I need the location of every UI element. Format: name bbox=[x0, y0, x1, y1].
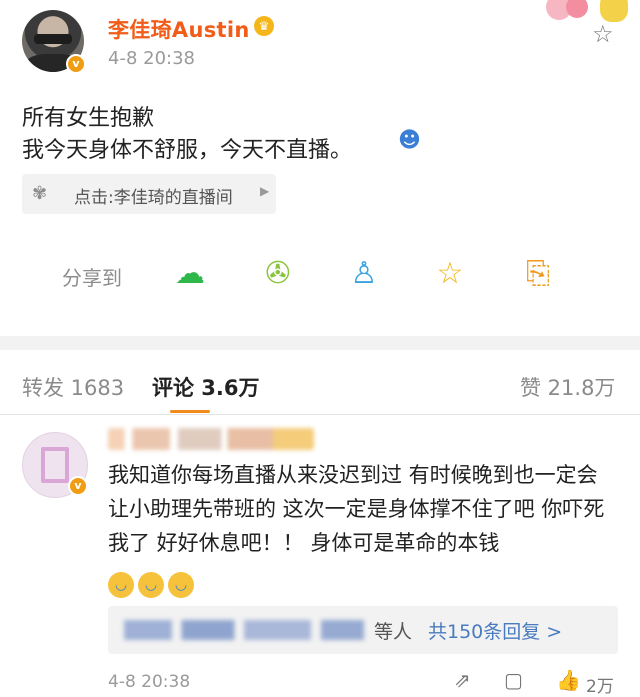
wechat-icon[interactable]: ☁ bbox=[170, 254, 210, 294]
crying-emoji-icon: ◡ bbox=[108, 572, 134, 598]
live-room-card[interactable]: ✾ 点击:李佳琦的直播间 ▶ bbox=[22, 174, 276, 214]
crying-emoji-icon: ◡ bbox=[168, 572, 194, 598]
share-icon[interactable]: ⇗ bbox=[454, 668, 471, 692]
post-text-line-2: 我今天身体不舒服，今天不直播。 bbox=[22, 138, 353, 163]
view-replies-link[interactable]: 共150条回复 > bbox=[428, 617, 562, 644]
section-divider bbox=[0, 336, 640, 350]
tab-repost[interactable]: 转发 1683 bbox=[22, 372, 124, 402]
like-count: 2万 bbox=[586, 677, 614, 697]
verified-badge-icon: v bbox=[68, 476, 88, 496]
tab-like[interactable]: 赞 21.8万 bbox=[520, 372, 615, 402]
commenter-name-blurred[interactable] bbox=[108, 428, 314, 450]
reply-summary[interactable]: 等人 共150条回复 > bbox=[108, 606, 618, 654]
replier-names-blurred bbox=[124, 620, 364, 640]
like-icon[interactable]: 👍 bbox=[556, 668, 581, 692]
save-image-icon[interactable]: ⎘ bbox=[518, 254, 558, 294]
share-label: 分享到 bbox=[62, 266, 122, 290]
active-tab-indicator bbox=[170, 410, 210, 413]
comment-body: 我知道你每场直播从来没迟到过 有时候晚到也一定会让小助理先带班的 这次一定是身体… bbox=[108, 458, 618, 598]
live-bubble-icon: ✾ bbox=[32, 183, 48, 204]
emoji-icon: ☻ bbox=[398, 128, 421, 153]
post-time: 4-8 20:38 bbox=[108, 48, 195, 69]
tab-comment[interactable]: 评论 3.6万 bbox=[152, 372, 260, 402]
qzone-icon[interactable]: ☆ bbox=[430, 254, 470, 294]
decorative-sticker bbox=[540, 0, 640, 30]
author-name[interactable]: 李佳琦Austin bbox=[108, 14, 250, 44]
tab-divider bbox=[0, 414, 640, 415]
reply-suffix: 等人 bbox=[374, 621, 413, 643]
reply-icon[interactable]: ▢ bbox=[504, 668, 523, 692]
crying-emoji-icon: ◡ bbox=[138, 572, 164, 598]
post-text-line-1: 所有女生抱歉 bbox=[22, 106, 155, 131]
moments-icon[interactable]: ✇ bbox=[258, 254, 298, 294]
comment-text: 我知道你每场直播从来没迟到过 有时候晚到也一定会让小助理先带班的 这次一定是身体… bbox=[108, 463, 605, 555]
chevron-right-icon: ▶ bbox=[260, 184, 270, 198]
live-room-label: 点击:李佳琦的直播间 bbox=[74, 188, 233, 208]
verified-badge-icon: v bbox=[66, 54, 86, 74]
star-icon[interactable]: ☆ bbox=[592, 20, 614, 48]
crown-badge-icon: ♛ bbox=[254, 16, 274, 36]
comment-time: 4-8 20:38 bbox=[108, 672, 191, 692]
qq-icon[interactable]: ♙ bbox=[344, 254, 384, 294]
